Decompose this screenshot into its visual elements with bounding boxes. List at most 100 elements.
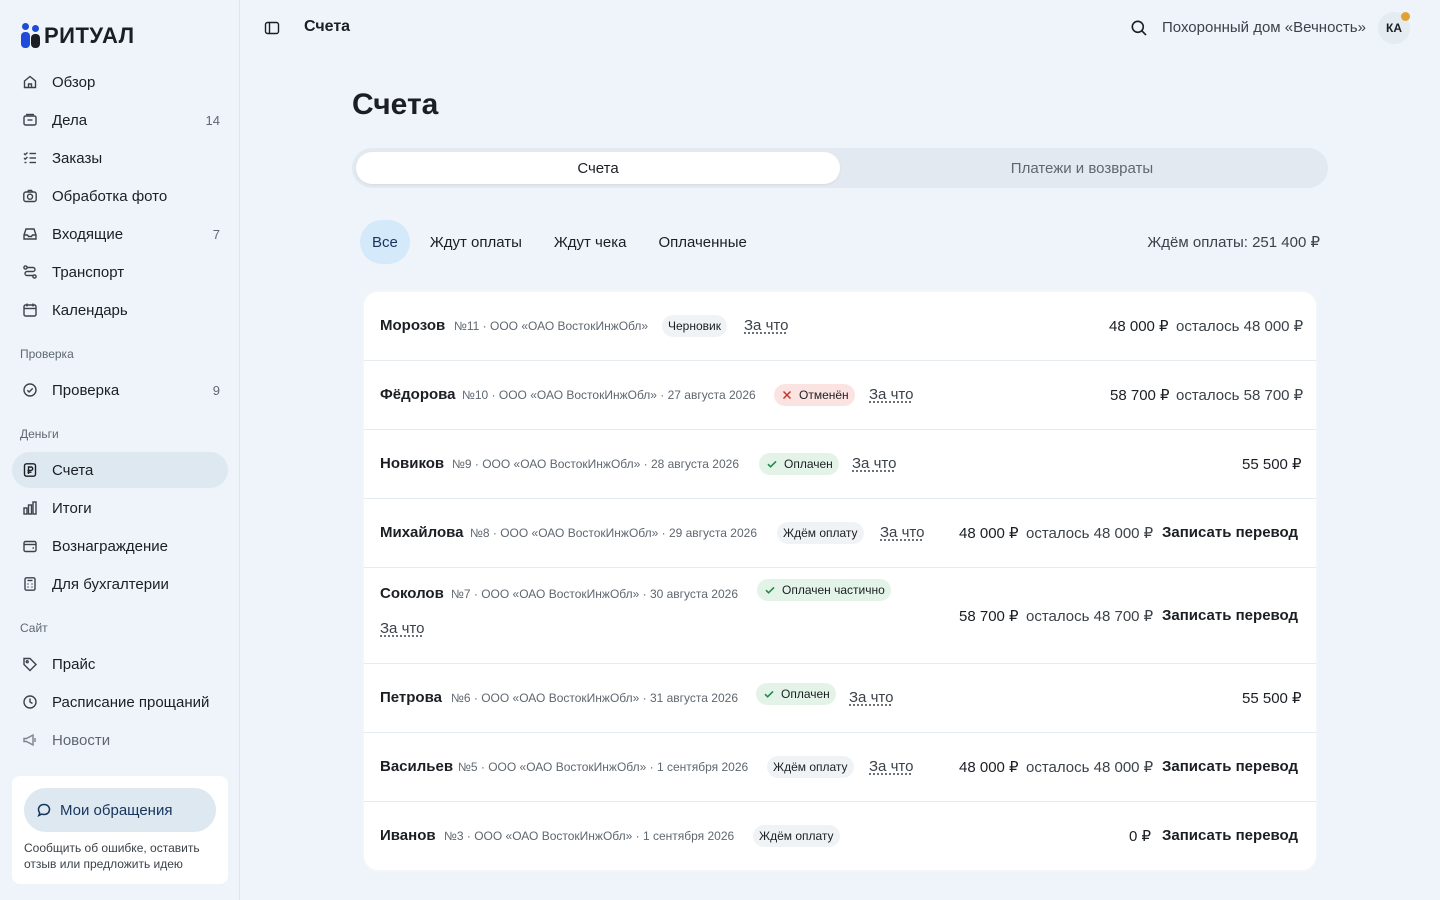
table-row[interactable]: Новиков №9 · ООО «ОАО ВостокИнжОбл» · 28…: [364, 430, 1316, 499]
status-badge: Ждём оплату: [753, 825, 840, 847]
wallet-icon: [22, 538, 38, 554]
sidebar-item-photo-processing[interactable]: Обработка фото: [12, 178, 228, 214]
section-tabs: Счета Платежи и возвраты: [352, 148, 1328, 188]
what-for-link[interactable]: За что: [852, 455, 896, 472]
what-for-link[interactable]: За что: [744, 317, 788, 334]
remaining-amount: осталось 48 000 ₽: [1026, 525, 1154, 542]
invoice-meta: №10 · ООО «ОАО ВостокИнжОбл» · 27 август…: [462, 388, 756, 402]
table-row[interactable]: Соколов №7 · ООО «ОАО ВостокИнжОбл» · 30…: [364, 568, 1316, 664]
remaining-amount: осталось 58 700 ₽: [1176, 387, 1304, 404]
sidebar-item-orders[interactable]: Заказы: [12, 140, 228, 176]
status-badge: Оплачен частично: [757, 579, 891, 601]
home-icon: [22, 74, 38, 90]
clock-icon: [22, 694, 38, 710]
cases-count: 14: [205, 112, 220, 128]
logo-mark-icon: [20, 23, 42, 49]
sidebar-item-farewell-schedule[interactable]: Расписание прощаний: [12, 684, 228, 720]
invoice-meta: №5 · ООО «ОАО ВостокИнжОбл» · 1 сентября…: [458, 760, 749, 774]
invoice-ruble-icon: [22, 462, 38, 478]
invoice-amount: 0 ₽: [1129, 828, 1152, 845]
sidebar-item-invoices[interactable]: Счета: [12, 452, 228, 488]
table-row[interactable]: Фёдорова №10 · ООО «ОАО ВостокИнжОбл» · …: [364, 361, 1316, 430]
what-for-link[interactable]: За что: [849, 689, 893, 706]
client-name: Михайлова: [380, 524, 464, 541]
record-transfer-button[interactable]: Записать перевод: [1162, 827, 1298, 844]
filter-paid[interactable]: Оплаченные: [646, 220, 758, 264]
section-label-check: Проверка: [20, 347, 74, 361]
invoice-meta: №6 · ООО «ОАО ВостокИнжОбл» · 31 августа…: [451, 691, 738, 705]
help-hint: Сообщить об ошибке, оставить отзыв или п…: [24, 841, 200, 871]
brand-logo[interactable]: РИТУАЛ: [20, 22, 135, 50]
table-row[interactable]: Михайлова №8 · ООО «ОАО ВостокИнжОбл» · …: [364, 499, 1316, 568]
sidebar-item-accounting[interactable]: Для бухгалтерии: [12, 566, 228, 602]
sidebar-item-reward[interactable]: Вознаграждение: [12, 528, 228, 564]
what-for-link[interactable]: За что: [380, 620, 424, 637]
sidebar-item-transport[interactable]: Транспорт: [12, 254, 228, 290]
status-badge: Ждём оплату: [767, 756, 854, 778]
what-for-link[interactable]: За что: [880, 524, 924, 541]
status-filters: Все Ждут оплаты Ждут чека Оплаченные: [360, 220, 767, 264]
invoice-amount: 48 000 ₽: [959, 759, 1019, 776]
client-name: Фёдорова: [380, 386, 456, 403]
invoice-amount: 58 700 ₽: [959, 608, 1019, 625]
sidebar-item-totals[interactable]: Итоги: [12, 490, 228, 526]
bar-chart-icon: [22, 500, 38, 516]
invoice-meta: №7 · ООО «ОАО ВостокИнжОбл» · 30 августа…: [451, 587, 738, 601]
section-label-site: Сайт: [20, 621, 48, 635]
table-row[interactable]: Морозов №11 · ООО «ОАО ВостокИнжОбл» Чер…: [364, 292, 1316, 361]
table-row[interactable]: Петрова №6 · ООО «ОАО ВостокИнжОбл» · 31…: [364, 664, 1316, 733]
tag-icon: [22, 656, 38, 672]
filter-awaiting-receipt[interactable]: Ждут чека: [542, 220, 639, 264]
client-name: Морозов: [380, 317, 446, 334]
sidebar-item-price[interactable]: Прайс: [12, 646, 228, 682]
checkmark-icon: [762, 687, 776, 701]
section-label-money: Деньги: [20, 427, 59, 441]
status-badge: Оплачен: [756, 683, 836, 705]
record-transfer-button[interactable]: Записать перевод: [1162, 607, 1298, 624]
sidebar-toggle-icon[interactable]: [264, 20, 280, 36]
invoice-amount: 55 500 ₽: [1242, 456, 1302, 473]
organization-name[interactable]: Похоронный дом «Вечность»: [1162, 19, 1366, 36]
remaining-amount: осталось 48 000 ₽: [1026, 759, 1154, 776]
invoice-meta: №8 · ООО «ОАО ВостокИнжОбл» · 29 августа…: [470, 526, 757, 540]
filter-awaiting-payment[interactable]: Ждут оплаты: [418, 220, 534, 264]
inbox-count: 7: [212, 226, 220, 242]
sidebar-item-news[interactable]: Новости: [12, 722, 228, 758]
filter-all[interactable]: Все: [360, 220, 410, 264]
main-nav: Обзор Дела 14 Заказы Обработка фото Вход…: [12, 64, 228, 330]
logo-text: РИТУАЛ: [44, 23, 135, 48]
what-for-link[interactable]: За что: [869, 386, 913, 403]
route-icon: [22, 264, 38, 280]
status-badge: Ждём оплату: [777, 522, 864, 544]
tab-invoices[interactable]: Счета: [356, 152, 840, 184]
sidebar: РИТУАЛ Обзор Дела 14 Заказы Обработка фо…: [0, 0, 240, 900]
invoice-meta: №9 · ООО «ОАО ВостокИнжОбл» · 28 августа…: [452, 457, 739, 471]
record-transfer-button[interactable]: Записать перевод: [1162, 524, 1298, 541]
cross-icon: [780, 388, 794, 402]
table-row[interactable]: Васильев №5 · ООО «ОАО ВостокИнжОбл» · 1…: [364, 733, 1316, 802]
client-name: Петрова: [380, 689, 442, 706]
sidebar-item-overview[interactable]: Обзор: [12, 64, 228, 100]
chat-bubble-icon: [36, 802, 52, 818]
what-for-link[interactable]: За что: [869, 758, 913, 775]
sidebar-item-check[interactable]: Проверка 9: [12, 372, 228, 408]
sidebar-item-calendar[interactable]: Календарь: [12, 292, 228, 328]
search-icon[interactable]: [1130, 19, 1148, 37]
remaining-amount: осталось 48 700 ₽: [1026, 608, 1154, 625]
page-title: Счета: [352, 88, 439, 121]
folders-icon: [22, 112, 38, 128]
status-badge: Отменён: [774, 384, 855, 406]
sidebar-item-inbox[interactable]: Входящие 7: [12, 216, 228, 252]
sidebar-item-cases[interactable]: Дела 14: [12, 102, 228, 138]
checkmark-icon: [765, 457, 779, 471]
record-transfer-button[interactable]: Записать перевод: [1162, 758, 1298, 775]
top-bar: Счета Похоронный дом «Вечность» КА: [240, 0, 1440, 56]
invoice-amount: 48 000 ₽: [1109, 318, 1169, 335]
table-row[interactable]: Иванов №3 · ООО «ОАО ВостокИнжОбл» · 1 с…: [364, 802, 1316, 870]
notification-dot: [1401, 12, 1410, 21]
tab-payments-refunds[interactable]: Платежи и возвраты: [840, 152, 1324, 184]
status-badge: Черновик: [662, 315, 727, 337]
my-requests-button[interactable]: Мои обращения: [24, 788, 216, 832]
checklist-icon: [22, 150, 38, 166]
remaining-amount: осталось 48 000 ₽: [1176, 318, 1304, 335]
